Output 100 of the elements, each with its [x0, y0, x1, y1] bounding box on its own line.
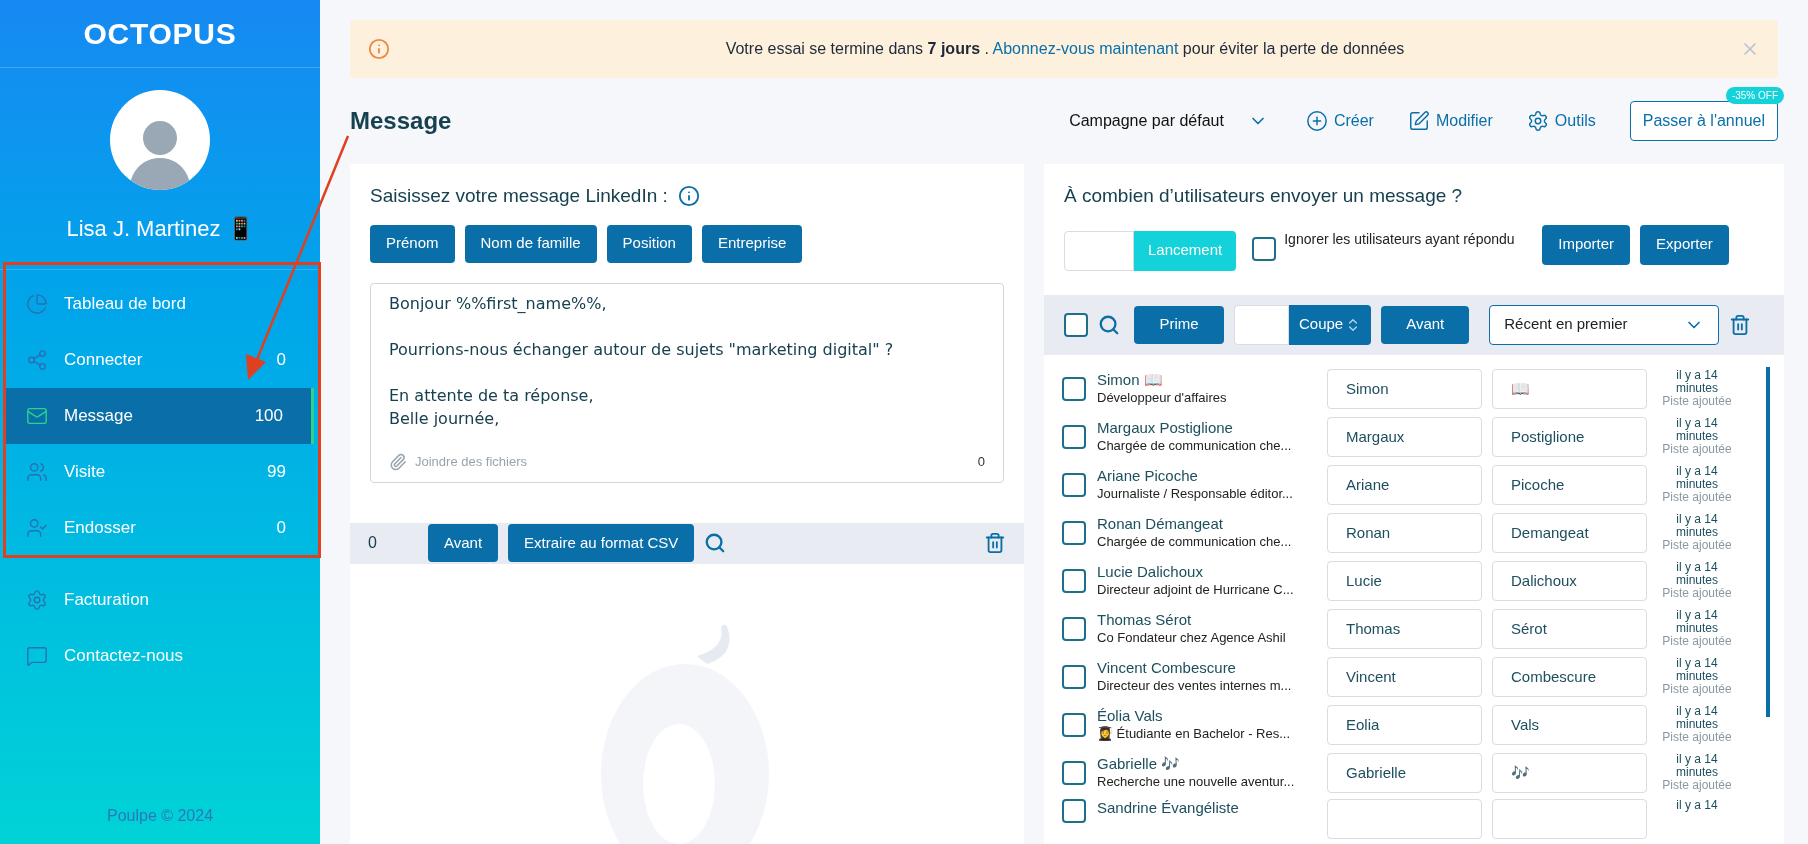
- trash-icon[interactable]: [1729, 313, 1752, 336]
- recipient-count-field[interactable]: [1064, 230, 1134, 271]
- contact-name: Éolia Vals: [1097, 706, 1164, 725]
- added-time: il y a 14 minutes: [1675, 609, 1719, 635]
- last-name-field[interactable]: Picoche: [1492, 464, 1647, 505]
- prime-button[interactable]: Prime: [1134, 305, 1224, 344]
- cut-number-field[interactable]: [1234, 304, 1289, 345]
- variable-tag-button[interactable]: Prénom: [370, 224, 455, 263]
- select-all-checkbox[interactable]: [1064, 312, 1088, 337]
- last-name-field[interactable]: Vals: [1492, 704, 1647, 745]
- row-checkbox[interactable]: [1062, 712, 1086, 737]
- row-checkbox[interactable]: [1062, 664, 1086, 689]
- sort-select[interactable]: Récent en premier: [1489, 304, 1720, 345]
- added-time: il y a 14 minutes: [1675, 657, 1719, 683]
- nav-icon: [26, 517, 48, 539]
- added-time: il y a 14: [1675, 798, 1719, 812]
- first-name-field[interactable]: Ronan: [1327, 512, 1482, 553]
- toolbar-button[interactable]: Avant: [428, 524, 499, 563]
- contact-name: Ronan Démangeat: [1097, 514, 1224, 533]
- toolbar-button[interactable]: Exporter: [1640, 224, 1729, 265]
- row-checkbox[interactable]: [1062, 376, 1086, 401]
- info-icon: [368, 38, 390, 60]
- row-checkbox[interactable]: [1062, 520, 1086, 545]
- lead-status: Piste ajoutée: [1662, 443, 1732, 456]
- contact-title: Directeur adjoint de Hurricane C...: [1097, 580, 1295, 599]
- row-checkbox[interactable]: [1062, 424, 1086, 449]
- last-name-field[interactable]: 🎶: [1492, 752, 1647, 793]
- first-name-field[interactable]: [1327, 798, 1482, 839]
- nav-icon: [26, 589, 48, 611]
- first-name-field[interactable]: Simon: [1327, 368, 1482, 409]
- toolbar-action[interactable]: Modifier: [1407, 109, 1493, 133]
- added-time: il y a 14 minutes: [1675, 561, 1719, 587]
- subscribe-link[interactable]: Abonnez-vous maintenant: [992, 40, 1179, 57]
- footer-text: Poulpe © 2024: [106, 806, 214, 826]
- variable-tag-button[interactable]: Entreprise: [701, 224, 803, 263]
- search-icon[interactable]: [704, 532, 727, 555]
- last-name-field[interactable]: Dalichoux: [1492, 560, 1647, 601]
- variable-tag-button[interactable]: Nom de famille: [464, 224, 597, 263]
- row-checkbox[interactable]: [1062, 760, 1086, 785]
- upgrade-button[interactable]: Passer à l'annuel: [1629, 101, 1778, 141]
- nav-icon: [26, 405, 48, 427]
- last-name-field[interactable]: 📖: [1492, 368, 1647, 409]
- contact-name: Margaux Postiglione: [1097, 418, 1234, 437]
- campaign-select[interactable]: Campagne par défaut: [1069, 109, 1268, 133]
- contact-name: Vincent Combescure: [1097, 658, 1237, 677]
- row-checkbox[interactable]: [1062, 616, 1086, 641]
- contact-name: Thomas Sérot: [1097, 610, 1193, 629]
- nav-item[interactable]: Tableau de bord: [6, 276, 314, 332]
- action-icon: [1407, 110, 1430, 132]
- nav-count: 100: [254, 405, 283, 428]
- contact-title: Recherche une nouvelle aventur...: [1097, 772, 1296, 791]
- character-count: 0: [977, 453, 985, 471]
- last-name-field[interactable]: Postiglione: [1492, 416, 1647, 457]
- first-name-field[interactable]: Ariane: [1327, 464, 1482, 505]
- contact-name: Sandrine Évangéliste: [1097, 798, 1240, 817]
- nav-item[interactable]: Message 100: [6, 388, 314, 444]
- nav-icon: [26, 645, 48, 667]
- lead-status: Piste ajoutée: [1662, 395, 1732, 408]
- row-checkbox[interactable]: [1062, 472, 1086, 497]
- row-checkbox[interactable]: [1062, 798, 1086, 823]
- logo[interactable]: OCTOPUS: [83, 11, 237, 56]
- toolbar-button[interactable]: Importer: [1542, 224, 1631, 265]
- last-name-field[interactable]: Demangeat: [1492, 512, 1647, 553]
- first-name-field[interactable]: Lucie: [1327, 560, 1482, 601]
- message-field[interactable]: Bonjour %%first_name%%, Pourrions-nous échanger autour de sujets "marketing digital" ? En attente de ta réponse, Belle journée, Joindre des fichiers 0: [370, 282, 1004, 483]
- last-name-field[interactable]: [1492, 798, 1647, 839]
- contact-title: Journaliste / Responsable éditor...: [1097, 484, 1294, 503]
- added-time: il y a 14 minutes: [1675, 705, 1719, 731]
- lead-status: Piste ajoutée: [1662, 635, 1732, 648]
- nav-icon: [26, 461, 48, 483]
- first-name-field[interactable]: Thomas: [1327, 608, 1482, 649]
- first-name-field[interactable]: Margaux: [1327, 416, 1482, 457]
- checkbox[interactable]: [1252, 236, 1277, 261]
- lead-status: Piste ajoutée: [1662, 539, 1732, 552]
- paperclip-icon[interactable]: [389, 452, 407, 471]
- toolbar-button[interactable]: Extraire au format CSV: [508, 524, 695, 563]
- first-name-field[interactable]: Gabrielle: [1327, 752, 1482, 793]
- contact-name: Ariane Picoche: [1097, 466, 1199, 485]
- search-icon[interactable]: [1098, 313, 1120, 336]
- page-title: Message: [350, 106, 453, 136]
- scrollbar[interactable]: [1766, 366, 1770, 717]
- trash-icon[interactable]: [984, 532, 1006, 555]
- lead-status: Piste ajoutée: [1662, 491, 1732, 504]
- toolbar-action[interactable]: Outils: [1526, 109, 1596, 133]
- cut-select[interactable]: Coupe: [1289, 304, 1372, 345]
- action-icon: [1305, 110, 1328, 132]
- nav-count: 0: [276, 349, 286, 372]
- action-icon: [1526, 110, 1549, 132]
- first-name-field[interactable]: Eolia: [1327, 704, 1482, 745]
- nav-icon: [26, 349, 48, 371]
- toolbar-action[interactable]: Créer: [1305, 109, 1374, 133]
- forward-button[interactable]: Avant: [1381, 305, 1470, 344]
- last-name-field[interactable]: Combescure: [1492, 656, 1647, 697]
- first-name-field[interactable]: Vincent: [1327, 656, 1482, 697]
- last-name-field[interactable]: Sérot: [1492, 608, 1647, 649]
- lead-status: Piste ajoutée: [1662, 779, 1732, 792]
- contact-name: Lucie Dalichoux: [1097, 562, 1204, 581]
- row-checkbox[interactable]: [1062, 568, 1086, 593]
- nav-icon: [26, 293, 48, 315]
- variable-tag-button[interactable]: Position: [606, 224, 692, 263]
